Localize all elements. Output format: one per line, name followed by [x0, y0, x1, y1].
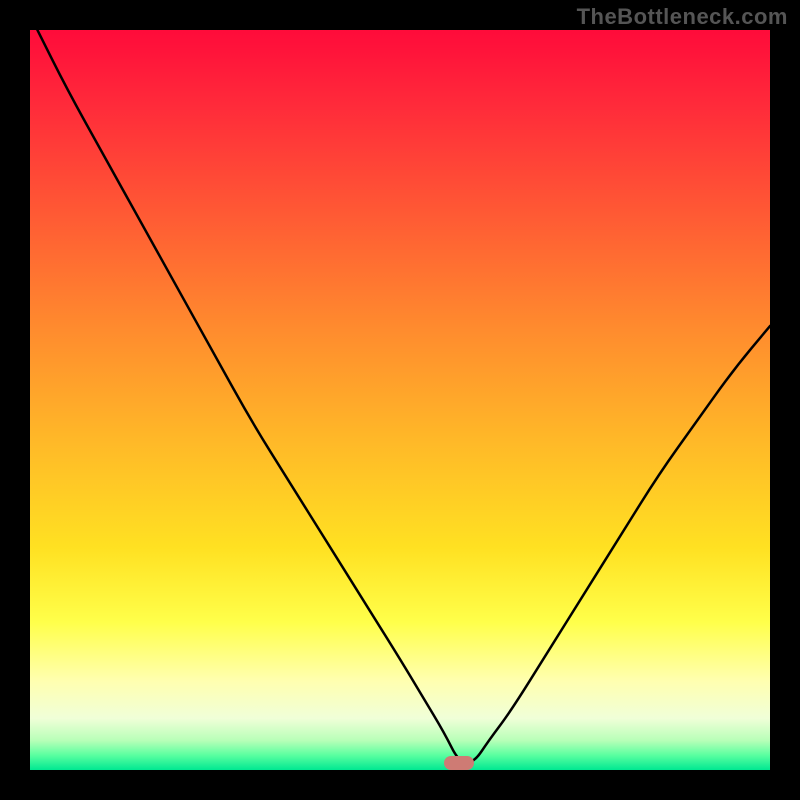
- plot-area: [30, 30, 770, 770]
- curve-path: [37, 30, 770, 763]
- optimal-marker: [444, 756, 474, 770]
- bottleneck-curve: [30, 30, 770, 770]
- attribution-text: TheBottleneck.com: [577, 4, 788, 30]
- chart-frame: TheBottleneck.com: [0, 0, 800, 800]
